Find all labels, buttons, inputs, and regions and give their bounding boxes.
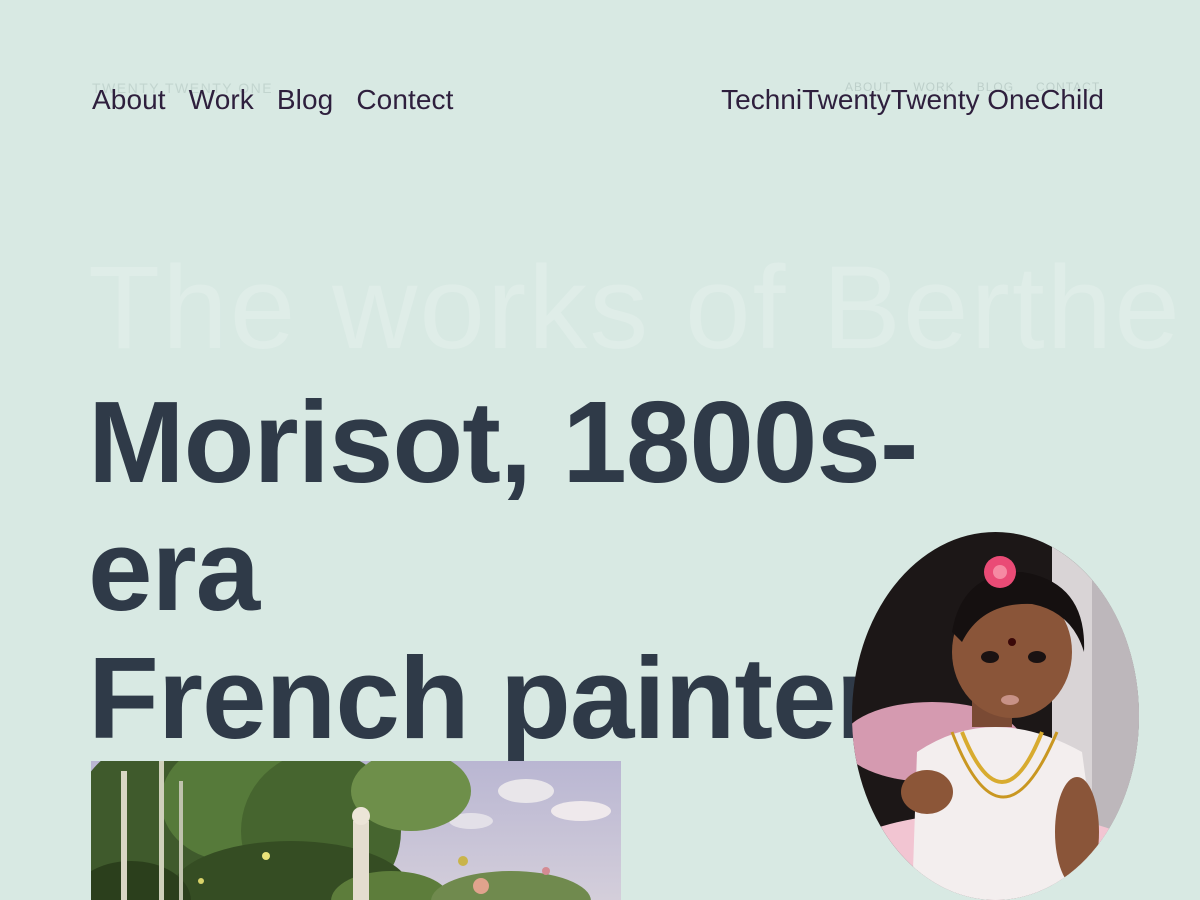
nav-link-blog[interactable]: Blog [277, 84, 333, 116]
primary-nav: About Work Blog Contect [92, 84, 454, 116]
site-brand-link[interactable]: TechniTwentyTwenty OneChild [721, 84, 1104, 116]
nav-link-work[interactable]: Work [189, 84, 254, 116]
nav-link-contact[interactable]: Contect [356, 84, 453, 116]
painting-image [91, 761, 621, 900]
nav-link-about[interactable]: About [92, 84, 166, 116]
child-portrait-image [852, 532, 1139, 900]
ghost-heading: The works of Berthe [88, 242, 1182, 374]
